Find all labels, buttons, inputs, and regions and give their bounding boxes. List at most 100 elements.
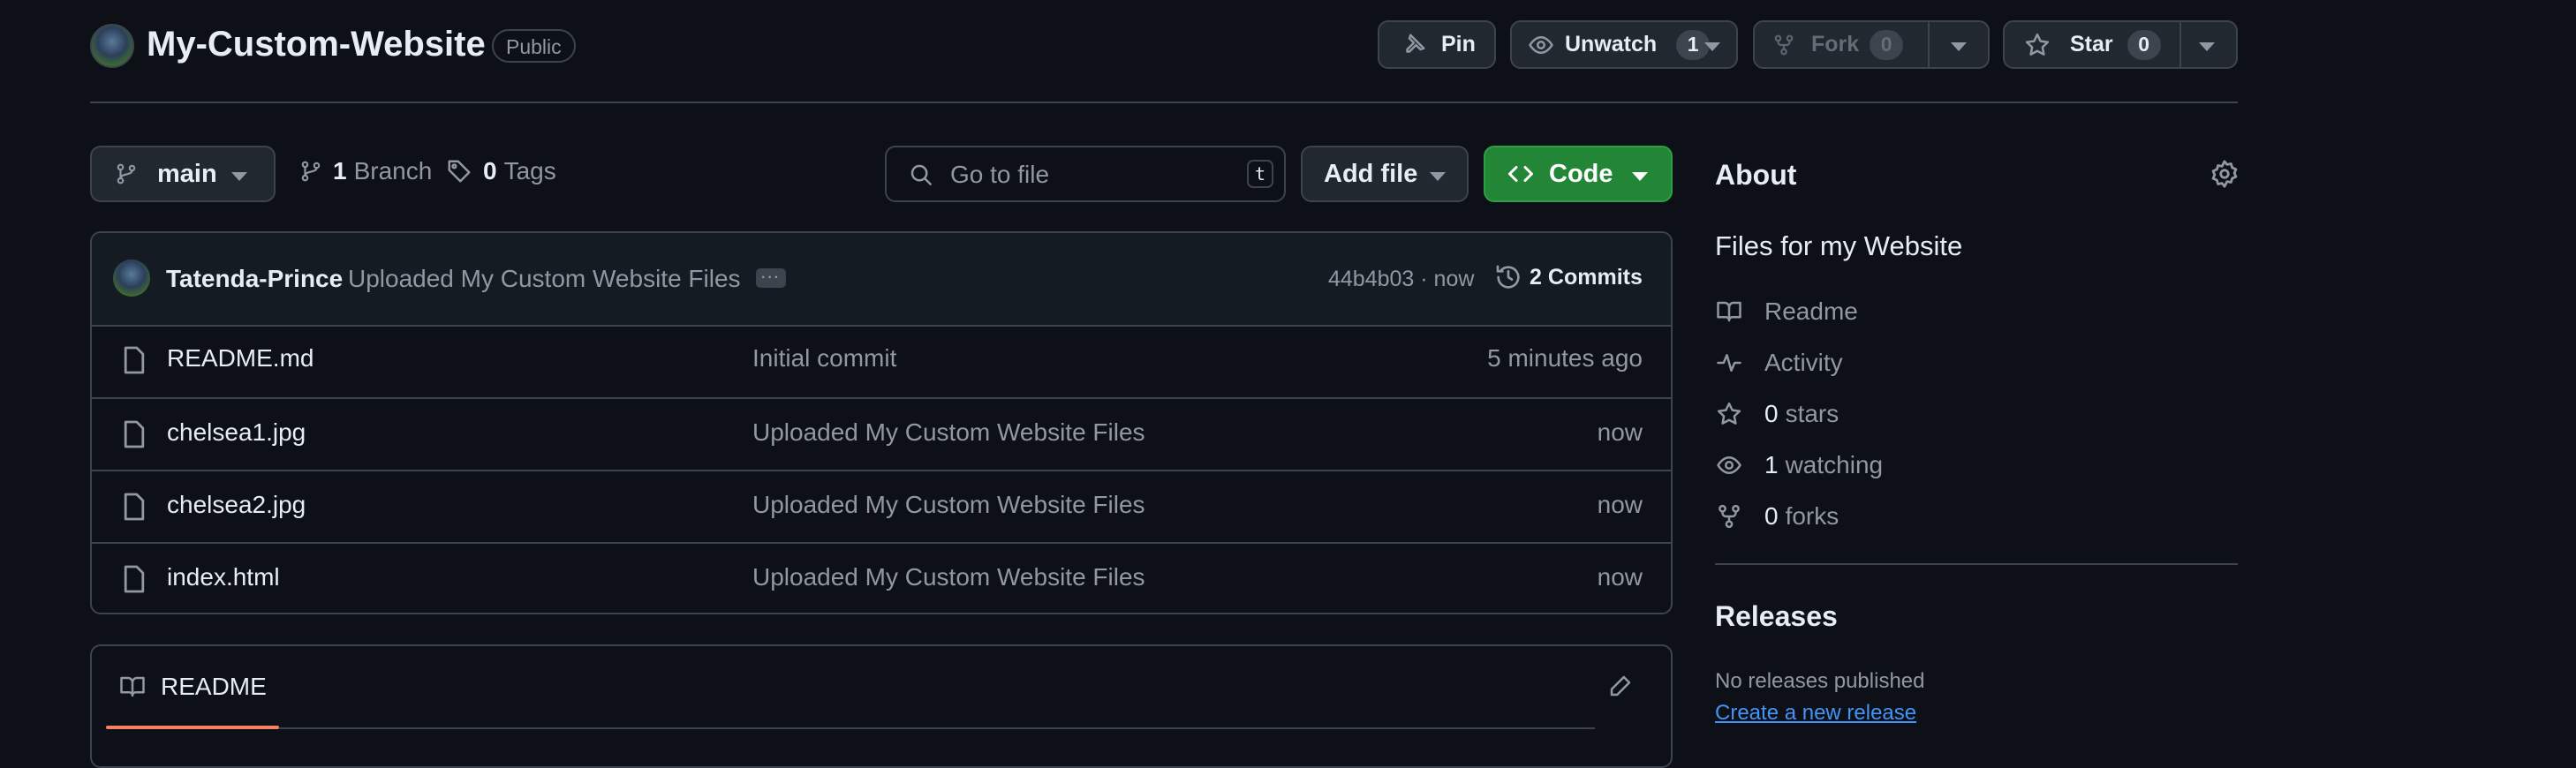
history-icon bbox=[1494, 263, 1522, 291]
file-commit-message[interactable]: Uploaded My Custom Website Files bbox=[752, 418, 1145, 447]
branch-chevron-icon bbox=[231, 172, 247, 181]
create-release-link[interactable]: Create a new release bbox=[1715, 701, 1916, 726]
file-icon bbox=[122, 345, 147, 375]
watching-count: 1 bbox=[1764, 451, 1779, 478]
shortcut-key: t bbox=[1247, 160, 1273, 188]
tag-word: Tags bbox=[503, 157, 556, 184]
code-button[interactable]: Code bbox=[1484, 146, 1673, 202]
pencil-icon[interactable] bbox=[1607, 673, 1634, 699]
pin-icon bbox=[1401, 32, 1427, 58]
star-button[interactable]: Star 0 bbox=[2003, 20, 2238, 69]
add-file-chevron-icon bbox=[1430, 172, 1446, 181]
star-icon bbox=[1717, 402, 1741, 425]
book-icon bbox=[118, 674, 147, 700]
file-name[interactable]: index.html bbox=[167, 563, 280, 591]
file-commit-time: now bbox=[1597, 563, 1643, 591]
gear-icon[interactable] bbox=[2210, 159, 2240, 189]
code-icon bbox=[1507, 161, 1535, 187]
branch-word: Branch bbox=[353, 157, 433, 184]
branch-selector[interactable]: main bbox=[90, 146, 276, 202]
star-label: Star bbox=[2070, 32, 2113, 56]
file-row[interactable]: chelsea1.jpg Uploaded My Custom Website … bbox=[92, 397, 1671, 470]
star-icon bbox=[2024, 32, 2051, 58]
activity-link-label: Activity bbox=[1764, 349, 1843, 376]
latest-commit-bar: Tatenda-Prince Uploaded My Custom Websit… bbox=[92, 233, 1671, 327]
repo-name[interactable]: My-Custom-Website bbox=[147, 25, 486, 64]
code-chevron-icon bbox=[1632, 172, 1648, 181]
author-avatar[interactable] bbox=[113, 260, 150, 297]
file-row[interactable]: index.html Uploaded My Custom Website Fi… bbox=[92, 542, 1671, 613]
file-commit-time: 5 minutes ago bbox=[1487, 344, 1643, 372]
fork-label: Fork bbox=[1811, 32, 1860, 56]
readme-tab-underline bbox=[106, 726, 279, 729]
add-file-button[interactable]: Add file bbox=[1301, 146, 1469, 202]
chevron-down-icon bbox=[1704, 42, 1720, 51]
star-divider bbox=[2179, 22, 2181, 67]
book-icon bbox=[1717, 301, 1741, 322]
file-row[interactable]: README.md Initial commit 5 minutes ago bbox=[92, 325, 1671, 397]
file-name[interactable]: chelsea1.jpg bbox=[167, 418, 306, 447]
owner-avatar[interactable] bbox=[90, 24, 134, 68]
watching-word: watching bbox=[1785, 451, 1884, 478]
about-heading: About bbox=[1715, 159, 1797, 191]
tags-link[interactable]: 0 Tags bbox=[446, 157, 556, 185]
git-branch-icon bbox=[299, 158, 322, 184]
git-branch-icon bbox=[115, 161, 138, 187]
visibility-badge: Public bbox=[492, 29, 576, 63]
commit-hash-time[interactable]: 44b4b03 · now bbox=[1328, 267, 1474, 292]
commit-author[interactable]: Tatenda-Prince bbox=[166, 265, 343, 293]
file-commit-message[interactable]: Uploaded My Custom Website Files bbox=[752, 491, 1145, 519]
pin-label: Pin bbox=[1441, 32, 1476, 56]
code-label: Code bbox=[1549, 159, 1613, 188]
activity-link[interactable]: Activity bbox=[1715, 349, 1843, 377]
commits-word: Commits bbox=[1547, 264, 1643, 290]
branch-name: main bbox=[157, 159, 217, 188]
fork-count: 0 bbox=[1870, 29, 1904, 60]
watching-link[interactable]: 1 watching bbox=[1715, 451, 1883, 479]
branches-link[interactable]: 1 Branch bbox=[299, 157, 432, 185]
sidebar-divider bbox=[1715, 563, 2238, 565]
pulse-icon bbox=[1717, 354, 1741, 372]
file-commit-message[interactable]: Uploaded My Custom Website Files bbox=[752, 563, 1145, 591]
file-commit-time: now bbox=[1597, 491, 1643, 518]
fork-divider bbox=[1928, 22, 1930, 67]
eye-icon bbox=[1528, 32, 1554, 58]
star-dropdown-icon[interactable] bbox=[2199, 42, 2215, 51]
file-commit-message[interactable]: Initial commit bbox=[752, 344, 896, 373]
fork-icon bbox=[1772, 32, 1795, 58]
tag-icon bbox=[446, 158, 472, 184]
forks-word: forks bbox=[1785, 502, 1839, 530]
unwatch-label: Unwatch bbox=[1565, 32, 1658, 56]
stars-word: stars bbox=[1785, 400, 1839, 427]
tag-count: 0 bbox=[483, 157, 497, 184]
pin-button[interactable]: Pin bbox=[1378, 20, 1496, 69]
stars-count: 0 bbox=[1764, 400, 1779, 427]
file-name[interactable]: chelsea2.jpg bbox=[167, 491, 306, 519]
readme-link[interactable]: Readme bbox=[1715, 297, 1858, 326]
commits-count: 2 bbox=[1530, 264, 1542, 290]
forks-count: 0 bbox=[1764, 502, 1779, 530]
search-icon bbox=[908, 162, 934, 188]
file-icon bbox=[122, 419, 147, 449]
file-name[interactable]: README.md bbox=[167, 344, 314, 373]
expand-message-button[interactable]: ··· bbox=[756, 268, 786, 288]
forks-link[interactable]: 0 forks bbox=[1715, 502, 1839, 531]
unwatch-button[interactable]: Unwatch 1 bbox=[1510, 20, 1738, 69]
branch-count: 1 bbox=[333, 157, 347, 184]
file-icon bbox=[122, 492, 147, 522]
commits-link[interactable]: 2 Commits bbox=[1494, 263, 1643, 291]
file-row[interactable]: chelsea2.jpg Uploaded My Custom Website … bbox=[92, 470, 1671, 542]
fork-dropdown-icon[interactable] bbox=[1951, 42, 1967, 51]
readme-link-label: Readme bbox=[1764, 297, 1858, 325]
star-count: 0 bbox=[2127, 29, 2161, 60]
readme-tab[interactable]: README bbox=[118, 673, 267, 701]
go-to-file-search[interactable]: t bbox=[885, 146, 1286, 202]
readme-panel: README bbox=[90, 644, 1673, 768]
stars-link[interactable]: 0 stars bbox=[1715, 400, 1839, 428]
file-list: Tatenda-Prince Uploaded My Custom Websit… bbox=[90, 231, 1673, 614]
releases-heading[interactable]: Releases bbox=[1715, 600, 1838, 633]
commit-message[interactable]: Uploaded My Custom Website Files bbox=[348, 265, 741, 293]
repo-description: Files for my Website bbox=[1715, 230, 1963, 261]
fork-button[interactable]: Fork 0 bbox=[1753, 20, 1990, 69]
search-input[interactable] bbox=[948, 156, 1217, 193]
